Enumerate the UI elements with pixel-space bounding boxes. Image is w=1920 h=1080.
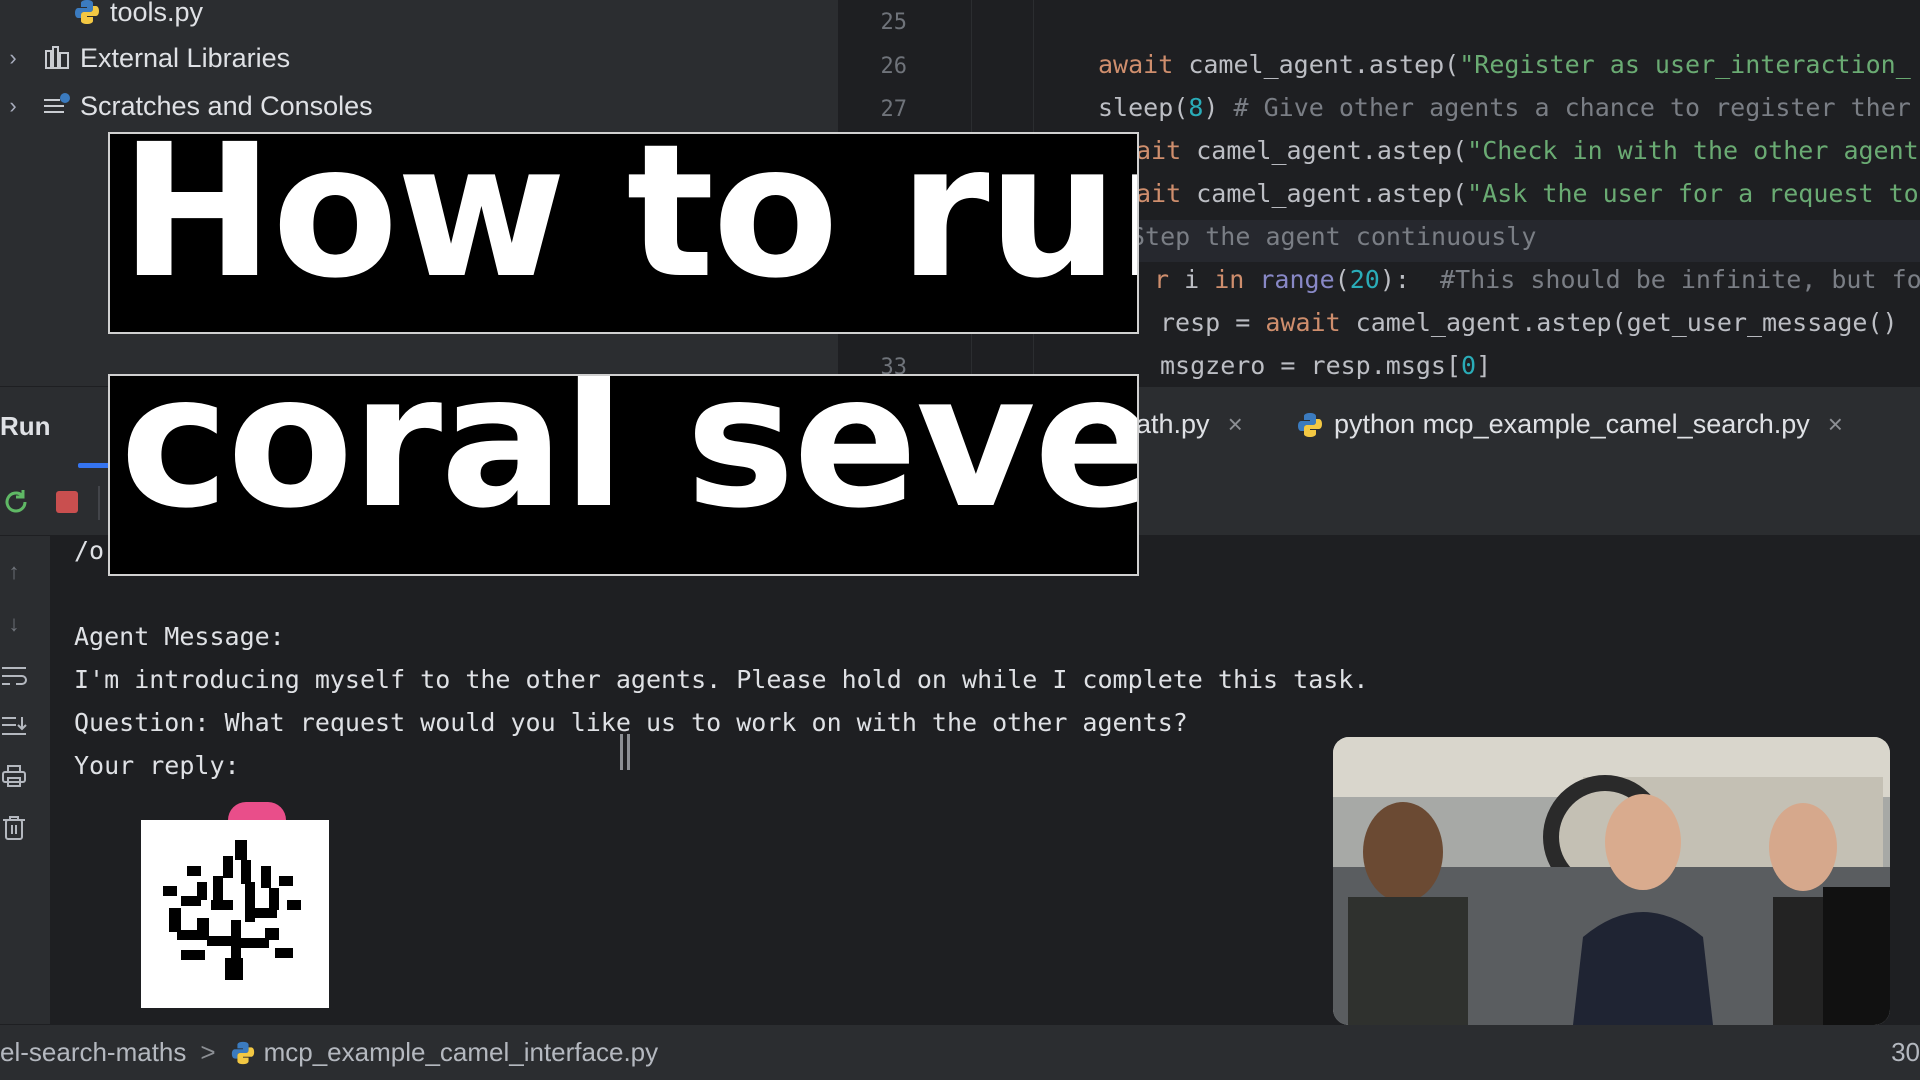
code-line: r i in range(20): #This should be infini… bbox=[1154, 265, 1920, 294]
code-token: r bbox=[1154, 265, 1185, 294]
code-token: Step the agent continuously bbox=[1130, 222, 1537, 251]
line-number: 27 bbox=[880, 97, 908, 122]
line-number: 25 bbox=[880, 10, 908, 35]
console-line: I'm introducing myself to the other agen… bbox=[74, 665, 1369, 694]
code-token: ( bbox=[1334, 265, 1350, 294]
chevron-right-icon[interactable]: › bbox=[0, 45, 26, 71]
tab-run-camel-search[interactable]: python mcp_example_camel_search.py × bbox=[1296, 409, 1843, 440]
code-token: "Check in with the other agent bbox=[1467, 136, 1919, 165]
tree-item-label: External Libraries bbox=[80, 42, 291, 73]
text-cursor-icon bbox=[620, 734, 630, 770]
title-overlay-line-2: coral sever bbox=[108, 374, 1139, 576]
code-token: 8 bbox=[1188, 93, 1204, 122]
code-line: msgzero = resp.msgs[0] bbox=[1160, 351, 1491, 380]
code-token: ): bbox=[1379, 265, 1441, 294]
breadcrumb-file[interactable]: mcp_example_camel_interface.py bbox=[264, 1037, 659, 1068]
code-line: resp = await camel_agent.astep(get_user_… bbox=[1160, 308, 1898, 337]
code-line: await camel_agent.astep("Register as use… bbox=[1098, 50, 1911, 79]
code-token: ait bbox=[1136, 179, 1197, 208]
code-token: "Register as user_interaction_ bbox=[1459, 50, 1911, 79]
toolbar-divider bbox=[98, 486, 100, 520]
code-token: ) bbox=[1203, 93, 1234, 122]
library-icon bbox=[40, 44, 74, 72]
code-token: camel_agent.astep( bbox=[1196, 179, 1468, 208]
code-token: #This should be infinite, but fo bbox=[1440, 265, 1920, 294]
code-token: 0 bbox=[1461, 351, 1477, 380]
coral-logo bbox=[141, 820, 329, 1008]
code-line: ait camel_agent.astep("Check in with the… bbox=[1136, 136, 1919, 165]
scroll-up-icon[interactable]: ↑ bbox=[0, 558, 28, 586]
code-line: sleep(8) # Give other agents a chance to… bbox=[1098, 93, 1911, 122]
code-token: ait bbox=[1136, 136, 1197, 165]
code-token: camel_agent.astep( bbox=[1196, 136, 1468, 165]
rerun-button[interactable] bbox=[0, 486, 32, 518]
code-token: msgzero = resp.msgs[ bbox=[1160, 351, 1462, 380]
python-file-icon bbox=[70, 0, 104, 26]
title-text: How to run bbox=[120, 132, 1139, 319]
tree-item-tools-py[interactable]: tools.py bbox=[56, 0, 203, 32]
code-token: 20 bbox=[1349, 265, 1380, 294]
tree-item-external-libraries[interactable]: › External Libraries bbox=[0, 38, 290, 78]
trash-icon[interactable] bbox=[0, 814, 28, 842]
tree-item-label: tools.py bbox=[110, 0, 204, 27]
code-token: sleep( bbox=[1098, 93, 1189, 122]
breadcrumb-separator: > bbox=[200, 1037, 216, 1067]
close-icon[interactable]: × bbox=[1228, 409, 1243, 440]
console-side-toolbar: ↑ ↓ bbox=[0, 536, 50, 1024]
python-file-icon bbox=[230, 1040, 256, 1066]
code-token: "Ask the user for a request to bbox=[1467, 179, 1919, 208]
line-number: 26 bbox=[880, 54, 908, 79]
tab-label: ath.py bbox=[1136, 409, 1210, 439]
stop-button[interactable] bbox=[51, 486, 83, 518]
soft-wrap-icon[interactable] bbox=[0, 662, 28, 690]
rerun-icon bbox=[5, 490, 27, 513]
code-token: await bbox=[1098, 50, 1189, 79]
title-overlay-line-1: How to run bbox=[108, 132, 1139, 334]
console-line: Question: What request would you like us… bbox=[74, 708, 1188, 737]
code-line: ait camel_agent.astep("Ask the user for … bbox=[1136, 179, 1919, 208]
code-token: # Give other agents a chance to register… bbox=[1233, 93, 1911, 122]
tab-label: python mcp_example_camel_search.py bbox=[1334, 409, 1810, 439]
run-panel-title: Run bbox=[0, 411, 51, 441]
python-file-icon bbox=[1296, 411, 1324, 439]
code-line: Step the agent continuously bbox=[1130, 222, 1536, 251]
scroll-to-end-icon[interactable] bbox=[0, 712, 28, 740]
code-token: resp = bbox=[1160, 308, 1266, 337]
stop-icon bbox=[56, 491, 78, 513]
webcam-overlay bbox=[1333, 737, 1890, 1025]
tree-item-label: Scratches and Consoles bbox=[80, 90, 373, 121]
code-token: ] bbox=[1476, 351, 1492, 380]
code-token: in bbox=[1214, 265, 1260, 294]
status-bar: el-search-maths > mcp_example_camel_inte… bbox=[0, 1024, 1920, 1080]
scratches-icon bbox=[40, 92, 74, 120]
title-text: coral sever bbox=[120, 374, 1139, 549]
console-line: /o bbox=[74, 536, 105, 565]
code-token: await bbox=[1265, 308, 1356, 337]
print-icon[interactable] bbox=[0, 762, 28, 790]
code-token: range bbox=[1259, 265, 1335, 294]
chevron-right-icon[interactable]: › bbox=[0, 93, 26, 119]
tab-run-math[interactable]: ath.py × bbox=[1136, 409, 1243, 440]
code-token: camel_agent.astep(get_user_message() bbox=[1355, 308, 1898, 337]
close-icon[interactable]: × bbox=[1828, 409, 1843, 440]
code-token: i bbox=[1184, 265, 1215, 294]
cursor-position[interactable]: 30 bbox=[1891, 1037, 1920, 1068]
tree-item-scratches[interactable]: › Scratches and Consoles bbox=[0, 86, 373, 126]
code-token: camel_agent.astep( bbox=[1188, 50, 1460, 79]
breadcrumb-project[interactable]: el-search-maths bbox=[0, 1037, 186, 1068]
scroll-down-icon[interactable]: ↓ bbox=[0, 610, 28, 638]
console-line: Your reply: bbox=[74, 751, 240, 780]
console-line: Agent Message: bbox=[74, 622, 285, 651]
